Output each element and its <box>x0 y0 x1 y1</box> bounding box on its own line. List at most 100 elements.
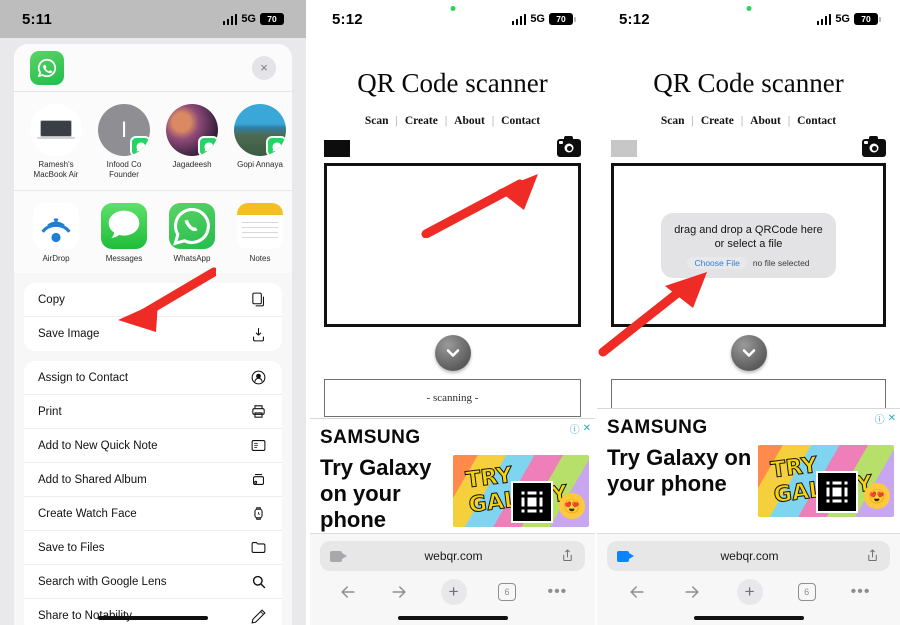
browser-chrome-mid: webqr.com + 6 ••• <box>310 533 595 625</box>
more-button[interactable]: ••• <box>851 583 871 601</box>
action-row-save-image[interactable]: Save Image <box>24 317 282 351</box>
contact-item[interactable]: Gopi Annaya <box>232 104 288 180</box>
status-bar-left: 5:11 5G 70 <box>0 0 306 38</box>
browser-toolbar[interactable]: + 6 ••• <box>310 571 595 613</box>
apps-row[interactable]: AirDrop Messages WhatsApp Notes <box>14 191 292 273</box>
photo-camera-icon[interactable] <box>557 136 581 157</box>
new-tab-button[interactable]: + <box>440 579 467 605</box>
close-icon[interactable]: × <box>252 55 276 80</box>
network-type-label: 5G <box>835 13 850 25</box>
action-row-google-lens[interactable]: Search with Google Lens <box>24 565 282 599</box>
url-bar[interactable]: webqr.com <box>607 541 890 571</box>
url-text[interactable]: webqr.com <box>347 549 560 563</box>
scan-viewport[interactable]: drag and drop a QRCode here or select a … <box>611 163 886 327</box>
chevron-down-icon[interactable] <box>434 335 471 371</box>
contact-name: Gopi Annaya <box>237 160 283 169</box>
action-label: Add to Shared Album <box>38 473 147 486</box>
ad-banner-right[interactable]: ⓘ ✕ SAMSUNG Try Galaxy on your phone TRY… <box>597 408 900 533</box>
ad-controls[interactable]: ⓘ ✕ <box>570 421 591 436</box>
page-nav[interactable]: Scan | Create | About | Contact <box>597 115 900 127</box>
back-button[interactable] <box>338 582 358 602</box>
ad-close-icon[interactable]: ✕ <box>888 413 896 424</box>
app-item-whatsapp[interactable]: WhatsApp <box>164 203 220 263</box>
status-bar-mid: 5:12 5G 70 <box>310 0 595 38</box>
tab-count-button[interactable]: 6 <box>498 583 517 601</box>
share-sheet: × Ramesh's MacBook Air I Infood Co Found… <box>14 44 292 625</box>
ad-brand-label: SAMSUNG <box>320 427 421 448</box>
watch-icon <box>249 504 268 523</box>
status-time: 5:12 <box>332 10 363 28</box>
nav-link-about[interactable]: About <box>447 115 492 127</box>
ad-close-icon[interactable]: ✕ <box>583 423 591 434</box>
video-camera-icon[interactable] <box>611 139 637 157</box>
action-row-watch-face[interactable]: Create Watch Face <box>24 497 282 531</box>
action-row-assign-to-contact[interactable]: Assign to Contact <box>24 361 282 395</box>
ad-qr-code <box>511 481 553 523</box>
photo-camera-icon[interactable] <box>862 136 886 157</box>
choose-file-button[interactable]: Choose File <box>687 256 747 269</box>
ad-banner-mid[interactable]: ⓘ ✕ SAMSUNG Try Galaxy on your phone TRY… <box>310 418 595 533</box>
nav-link-scan[interactable]: Scan <box>358 115 396 127</box>
video-indicator-icon[interactable] <box>617 550 634 562</box>
app-item-airdrop[interactable]: AirDrop <box>28 203 84 263</box>
action-row-save-to-files[interactable]: Save to Files <box>24 531 282 565</box>
new-tab-button[interactable]: + <box>736 579 763 605</box>
dropzone-line-1: drag and drop a QRCode here <box>674 223 823 236</box>
browser-chrome-right: webqr.com + 6 ••• <box>597 533 900 625</box>
scan-viewport[interactable] <box>324 163 581 327</box>
source-toggle-row[interactable] <box>597 136 900 157</box>
forward-button[interactable] <box>682 582 702 602</box>
page-nav[interactable]: Scan | Create | About | Contact <box>310 115 595 127</box>
shared-album-icon <box>249 470 268 489</box>
tab-count-button[interactable]: 6 <box>797 583 816 601</box>
messages-icon <box>101 203 147 249</box>
action-row-shared-album[interactable]: Add to Shared Album <box>24 463 282 497</box>
dropzone[interactable]: drag and drop a QRCode here or select a … <box>661 212 836 278</box>
battery-icon: 70 <box>854 13 881 25</box>
nav-link-about[interactable]: About <box>743 115 788 127</box>
nav-link-scan[interactable]: Scan <box>654 115 692 127</box>
ad-info-icon[interactable]: ⓘ <box>875 411 885 426</box>
contact-item[interactable]: I Infood Co Founder <box>96 104 152 180</box>
contacts-row[interactable]: Ramesh's MacBook Air I Infood Co Founder <box>14 92 292 191</box>
more-button[interactable]: ••• <box>547 583 567 601</box>
action-row-quick-note[interactable]: Add to New Quick Note <box>24 429 282 463</box>
status-indicators: 5G 70 <box>511 13 576 25</box>
share-icon[interactable] <box>865 548 880 565</box>
home-indicator <box>693 616 804 620</box>
browser-toolbar[interactable]: + 6 ••• <box>597 571 900 613</box>
video-camera-icon[interactable] <box>324 139 350 157</box>
nav-link-create[interactable]: Create <box>398 115 445 127</box>
forward-button[interactable] <box>389 582 409 602</box>
ad-controls[interactable]: ⓘ ✕ <box>875 411 896 426</box>
back-button[interactable] <box>627 582 647 602</box>
home-indicator <box>397 616 508 620</box>
url-bar[interactable]: webqr.com <box>320 541 585 571</box>
action-label: Save Image <box>38 328 100 340</box>
contact-name: Infood Co Founder <box>106 160 142 179</box>
nav-link-contact[interactable]: Contact <box>790 115 843 127</box>
contact-item[interactable]: Jagadeesh <box>164 104 220 180</box>
avatar <box>166 104 218 156</box>
url-text[interactable]: webqr.com <box>634 549 865 563</box>
action-row-copy[interactable]: Copy <box>24 283 282 317</box>
source-toggle-row[interactable] <box>310 136 595 157</box>
file-input-row[interactable]: Choose File no file selected <box>673 256 824 269</box>
nav-link-create[interactable]: Create <box>694 115 741 127</box>
ad-artwork: TRY GALAXY 😍 <box>758 445 894 517</box>
contact-item[interactable]: Ramesh's MacBook Air <box>28 104 84 180</box>
ad-info-icon[interactable]: ⓘ <box>570 421 580 436</box>
app-item-messages[interactable]: Messages <box>96 203 152 263</box>
avatar <box>234 104 286 156</box>
video-indicator-icon[interactable] <box>330 550 347 562</box>
pencil-icon <box>249 607 268 625</box>
nav-link-contact[interactable]: Contact <box>494 115 547 127</box>
home-indicator <box>98 616 208 620</box>
action-row-print[interactable]: Print <box>24 395 282 429</box>
signal-bars-icon <box>816 13 832 25</box>
status-time: 5:11 <box>22 10 52 28</box>
app-item-notes[interactable]: Notes <box>232 203 288 263</box>
action-row-notability[interactable]: Share to Notability <box>24 599 282 625</box>
chevron-down-icon[interactable] <box>730 335 767 371</box>
share-icon[interactable] <box>560 548 575 565</box>
